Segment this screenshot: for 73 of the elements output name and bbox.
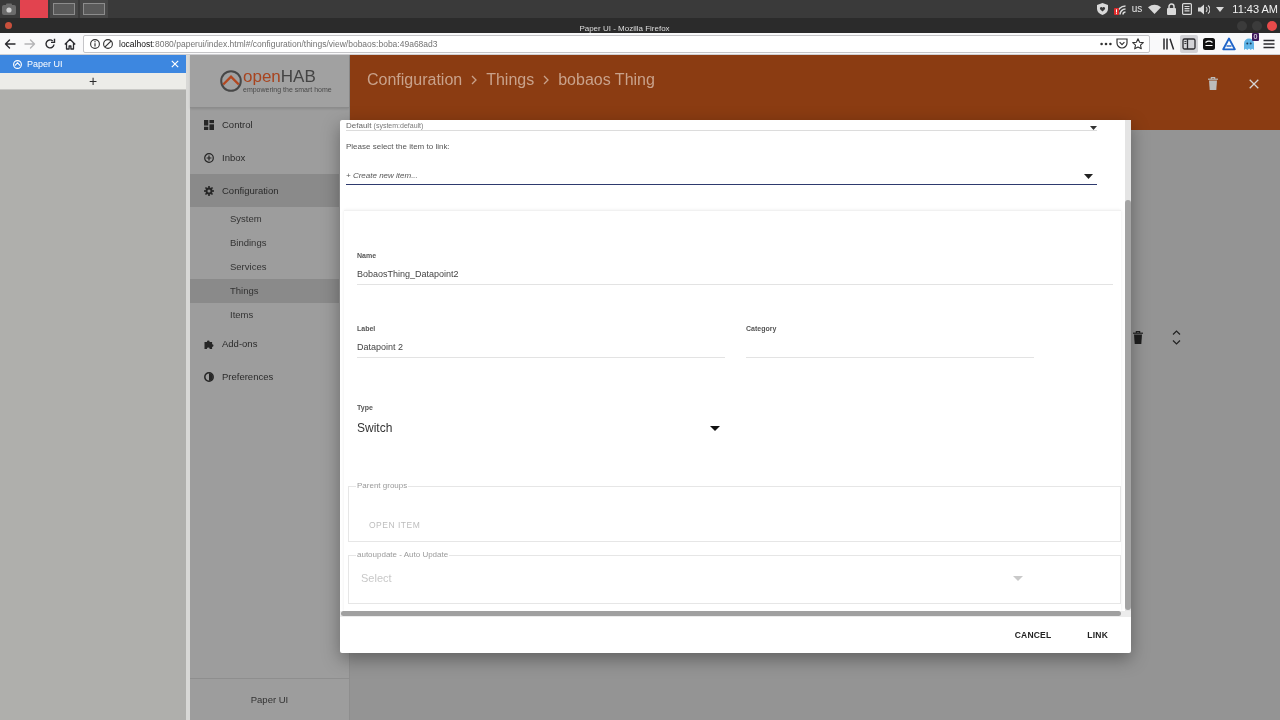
blocked-icon[interactable] xyxy=(103,38,113,49)
breadcrumb-link[interactable]: Things xyxy=(486,71,535,89)
sort-icon[interactable] xyxy=(1172,330,1181,345)
close-icon[interactable] xyxy=(1249,78,1259,89)
caret-icon xyxy=(1090,126,1097,130)
back-arrow-icon[interactable] xyxy=(4,37,16,50)
nav-item[interactable]: Control xyxy=(190,108,339,141)
house-circle-icon xyxy=(13,59,22,69)
nav-item[interactable]: Inbox xyxy=(190,141,339,174)
item-select[interactable]: + Create new item... xyxy=(346,168,1097,185)
sidebar-tab[interactable]: Paper UI xyxy=(0,55,186,73)
logo-text: openHAB xyxy=(243,68,317,85)
library-icon[interactable] xyxy=(1162,36,1176,51)
shield-icon[interactable] xyxy=(1096,3,1108,15)
more-icon[interactable] xyxy=(1100,41,1112,46)
panel-icon[interactable] xyxy=(1202,36,1216,51)
plus-circle-icon xyxy=(204,152,214,163)
triangle-icon[interactable] xyxy=(1222,36,1236,51)
info-icon[interactable] xyxy=(90,38,100,49)
trash-icon[interactable] xyxy=(1208,77,1218,90)
dashboard-icon xyxy=(204,119,214,130)
text-field[interactable]: Datapoint 2 xyxy=(357,342,725,358)
ghost-icon[interactable] xyxy=(1242,36,1256,51)
new-tab-button[interactable]: + xyxy=(0,73,186,90)
logo-icon xyxy=(220,70,242,92)
page-title: bobaos Thing xyxy=(558,71,655,89)
nav-subitem[interactable]: Services xyxy=(190,255,339,279)
nav-subitem[interactable]: Bindings xyxy=(190,231,339,255)
caret-icon[interactable] xyxy=(1216,6,1225,12)
camera-icon[interactable] xyxy=(2,3,16,15)
caret-icon xyxy=(710,425,720,431)
nav-subitem[interactable]: Things xyxy=(190,279,339,303)
lock-icon[interactable] xyxy=(1167,3,1177,15)
horizontal-scrollbar[interactable] xyxy=(340,611,1131,617)
chevron-icon xyxy=(543,75,550,85)
gear-icon xyxy=(204,185,214,196)
dialog-button[interactable]: LINK xyxy=(1079,622,1116,648)
text-field[interactable]: BobaosThing_Datapoint2 xyxy=(357,269,1113,285)
footer-text: Paper UI xyxy=(250,693,289,706)
signal-warning-icon[interactable] xyxy=(1113,3,1126,15)
vertical-scrollbar[interactable] xyxy=(1125,120,1131,611)
caret-icon xyxy=(1084,173,1093,179)
address-bar[interactable]: localhost:8080/paperui/index.html#/configuration/things/view/bobaos:boba:49a68ad3 xyxy=(83,34,1150,53)
window-title: Paper UI - Mozilla Firefox xyxy=(579,23,670,33)
group-legend: Parent groups xyxy=(356,482,409,490)
nav-item[interactable]: Preferences xyxy=(190,360,339,393)
star-icon[interactable] xyxy=(1132,37,1144,50)
nav-item[interactable]: Add-ons xyxy=(190,327,339,360)
window-icon xyxy=(5,22,12,29)
keyboard-layout[interactable]: us xyxy=(1131,0,1143,18)
pocket-icon[interactable] xyxy=(1116,38,1128,49)
nav-subitem[interactable]: Items xyxy=(190,303,339,327)
reload-icon[interactable] xyxy=(44,37,56,50)
sidebar-icon[interactable] xyxy=(1180,34,1198,53)
nav-item[interactable]: Configuration xyxy=(190,174,339,207)
puzzle-icon xyxy=(204,338,214,349)
prompt-text: Please select the item to link: xyxy=(346,142,451,152)
clock: 11:43 AM xyxy=(1232,2,1278,17)
trash-icon[interactable] xyxy=(1133,331,1143,344)
battery-icon[interactable] xyxy=(1182,3,1193,15)
dropdown-field[interactable]: Switch xyxy=(357,421,725,435)
home-icon[interactable] xyxy=(64,37,76,50)
chevron-icon xyxy=(471,75,478,85)
wifi-icon[interactable] xyxy=(1148,4,1162,14)
close-icon[interactable] xyxy=(1267,20,1277,31)
nav-subitem[interactable]: System xyxy=(190,207,339,231)
group-legend: autoupdate - Auto Update xyxy=(356,551,450,560)
contrast-icon xyxy=(204,371,214,382)
taskbar-window[interactable] xyxy=(80,0,108,18)
volume-icon[interactable] xyxy=(1198,3,1211,15)
dialog-button[interactable]: CANCEL xyxy=(1006,622,1060,648)
taskbar-window[interactable] xyxy=(50,0,78,18)
breadcrumb-link[interactable]: Configuration xyxy=(367,71,463,89)
